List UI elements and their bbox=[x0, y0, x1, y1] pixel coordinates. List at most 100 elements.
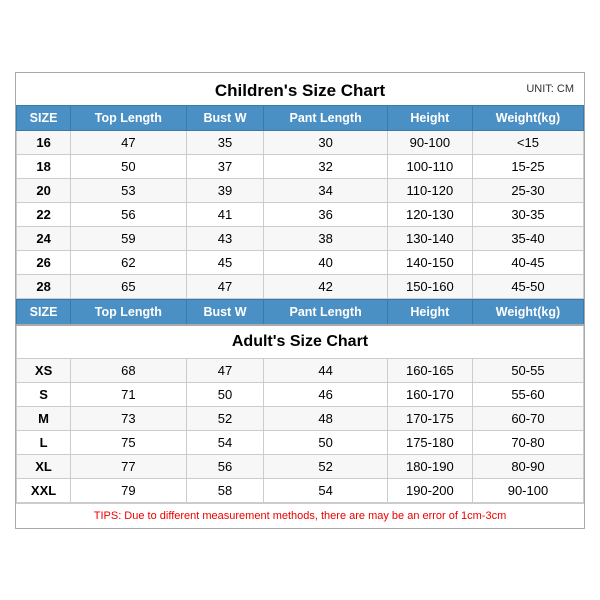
table-cell: 50 bbox=[71, 154, 186, 178]
table-cell: 90-100 bbox=[472, 478, 583, 502]
table-cell: 65 bbox=[71, 274, 186, 298]
table-row: 18503732100-11015-25 bbox=[17, 154, 584, 178]
table-cell: 42 bbox=[264, 274, 387, 298]
table-cell: 60-70 bbox=[472, 406, 583, 430]
table-cell: L bbox=[17, 430, 71, 454]
table-row: 1647353090-100<15 bbox=[17, 130, 584, 154]
table-cell: 30 bbox=[264, 130, 387, 154]
table-cell: 59 bbox=[71, 226, 186, 250]
table-cell: 79 bbox=[71, 478, 186, 502]
table-cell: 77 bbox=[71, 454, 186, 478]
table-cell: 47 bbox=[71, 130, 186, 154]
table-cell: 53 bbox=[71, 178, 186, 202]
size-chart-container: Children's Size Chart UNIT: CM SIZE Top … bbox=[15, 72, 585, 529]
table-cell: 175-180 bbox=[387, 430, 472, 454]
table-cell: 150-160 bbox=[387, 274, 472, 298]
table-cell: 100-110 bbox=[387, 154, 472, 178]
table-cell: 75 bbox=[71, 430, 186, 454]
table-cell: 50-55 bbox=[472, 358, 583, 382]
table-cell: 41 bbox=[186, 202, 264, 226]
table-cell: 47 bbox=[186, 358, 264, 382]
table-cell: 18 bbox=[17, 154, 71, 178]
table-cell: 56 bbox=[71, 202, 186, 226]
table-cell: 28 bbox=[17, 274, 71, 298]
table-cell: 20 bbox=[17, 178, 71, 202]
col-header-size: SIZE bbox=[17, 105, 71, 130]
table-cell: 50 bbox=[264, 430, 387, 454]
table-cell: 180-190 bbox=[387, 454, 472, 478]
adult-col-header-weight: Weight(kg) bbox=[472, 299, 583, 325]
table-cell: 110-120 bbox=[387, 178, 472, 202]
table-cell: 130-140 bbox=[387, 226, 472, 250]
adult-col-header-bust-w: Bust W bbox=[186, 299, 264, 325]
adult-col-header-height: Height bbox=[387, 299, 472, 325]
table-cell: 52 bbox=[186, 406, 264, 430]
table-cell: 15-25 bbox=[472, 154, 583, 178]
table-cell: 73 bbox=[71, 406, 186, 430]
table-cell: 48 bbox=[264, 406, 387, 430]
children-size-table: SIZE Top Length Bust W Pant Length Heigh… bbox=[16, 105, 584, 299]
table-cell: 54 bbox=[186, 430, 264, 454]
col-header-weight: Weight(kg) bbox=[472, 105, 583, 130]
table-cell: 68 bbox=[71, 358, 186, 382]
table-cell: XS bbox=[17, 358, 71, 382]
col-header-top-length: Top Length bbox=[71, 105, 186, 130]
table-cell: 160-165 bbox=[387, 358, 472, 382]
table-cell: 90-100 bbox=[387, 130, 472, 154]
table-cell: <15 bbox=[472, 130, 583, 154]
table-cell: 56 bbox=[186, 454, 264, 478]
table-cell: 50 bbox=[186, 382, 264, 406]
table-cell: 52 bbox=[264, 454, 387, 478]
table-cell: 36 bbox=[264, 202, 387, 226]
col-header-pant-length: Pant Length bbox=[264, 105, 387, 130]
table-row: 20533934110-12025-30 bbox=[17, 178, 584, 202]
table-cell: 34 bbox=[264, 178, 387, 202]
table-row: S715046160-17055-60 bbox=[17, 382, 584, 406]
tips-text: TIPS: Due to different measurement metho… bbox=[16, 503, 584, 528]
children-title-row: Children's Size Chart UNIT: CM bbox=[16, 73, 584, 105]
table-cell: 40 bbox=[264, 250, 387, 274]
table-cell: XL bbox=[17, 454, 71, 478]
table-row: XL775652180-19080-90 bbox=[17, 454, 584, 478]
table-row: 24594338130-14035-40 bbox=[17, 226, 584, 250]
table-cell: 54 bbox=[264, 478, 387, 502]
adults-table-body: XS684744160-16550-55S715046160-17055-60M… bbox=[17, 358, 584, 502]
table-cell: 70-80 bbox=[472, 430, 583, 454]
table-cell: S bbox=[17, 382, 71, 406]
table-row: XXL795854190-20090-100 bbox=[17, 478, 584, 502]
table-cell: XXL bbox=[17, 478, 71, 502]
adults-header-row: SIZE Top Length Bust W Pant Length Heigh… bbox=[17, 299, 584, 325]
table-row: 26624540140-15040-45 bbox=[17, 250, 584, 274]
table-cell: 190-200 bbox=[387, 478, 472, 502]
table-cell: 71 bbox=[71, 382, 186, 406]
col-header-bust-w: Bust W bbox=[186, 105, 264, 130]
table-cell: 32 bbox=[264, 154, 387, 178]
table-cell: 46 bbox=[264, 382, 387, 406]
table-cell: 16 bbox=[17, 130, 71, 154]
table-cell: 80-90 bbox=[472, 454, 583, 478]
table-cell: 40-45 bbox=[472, 250, 583, 274]
table-cell: 44 bbox=[264, 358, 387, 382]
table-cell: 24 bbox=[17, 226, 71, 250]
table-cell: 35-40 bbox=[472, 226, 583, 250]
adult-col-header-size: SIZE bbox=[17, 299, 71, 325]
table-row: L755450175-18070-80 bbox=[17, 430, 584, 454]
adult-col-header-top-length: Top Length bbox=[71, 299, 186, 325]
table-row: 28654742150-16045-50 bbox=[17, 274, 584, 298]
table-cell: 62 bbox=[71, 250, 186, 274]
table-cell: 25-30 bbox=[472, 178, 583, 202]
table-cell: 170-175 bbox=[387, 406, 472, 430]
table-cell: M bbox=[17, 406, 71, 430]
table-cell: 140-150 bbox=[387, 250, 472, 274]
table-row: M735248170-17560-70 bbox=[17, 406, 584, 430]
table-cell: 37 bbox=[186, 154, 264, 178]
table-cell: 55-60 bbox=[472, 382, 583, 406]
children-chart-title: Children's Size Chart bbox=[26, 81, 574, 101]
table-row: 22564136120-13030-35 bbox=[17, 202, 584, 226]
table-cell: 58 bbox=[186, 478, 264, 502]
unit-label: UNIT: CM bbox=[526, 83, 574, 95]
children-table-body: 1647353090-100<1518503732100-11015-25205… bbox=[17, 130, 584, 298]
children-header-row: SIZE Top Length Bust W Pant Length Heigh… bbox=[17, 105, 584, 130]
table-cell: 160-170 bbox=[387, 382, 472, 406]
col-header-height: Height bbox=[387, 105, 472, 130]
